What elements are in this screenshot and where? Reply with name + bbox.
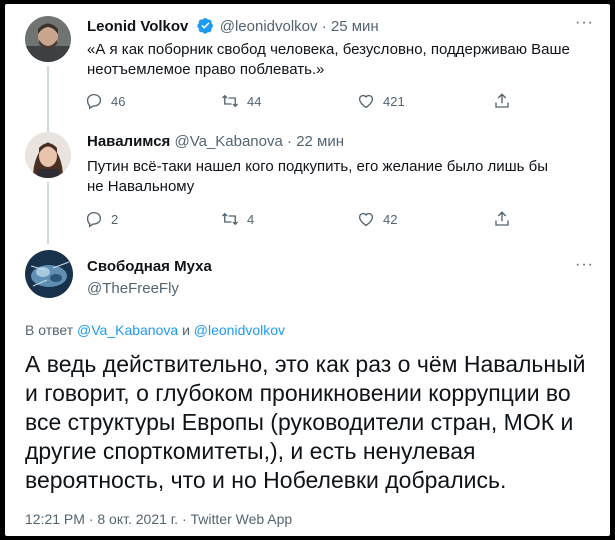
more-options-button[interactable]: ···: [575, 14, 594, 32]
tweet-header: Навалимся @Va_Kabanova · 22 мин: [87, 133, 344, 150]
verified-badge-icon: [196, 17, 214, 38]
timestamp[interactable]: 22 мин: [296, 133, 344, 150]
tweet-thread: Leonid Volkov @leonidvolkov · 25 мин ···…: [5, 4, 610, 536]
share-button[interactable]: [493, 92, 511, 110]
main-tweet-text: А ведь действительно, это как раз о чём …: [25, 351, 586, 493]
heart-icon: [358, 212, 374, 227]
handle[interactable]: @TheFreeFly: [87, 280, 179, 297]
retweet-count: 44: [247, 93, 262, 109]
tweet-header: Leonid Volkov @leonidvolkov · 25 мин: [87, 17, 379, 38]
avatar[interactable]: [25, 132, 71, 178]
reply-count: 46: [111, 93, 126, 109]
reply-prefix: В ответ: [25, 322, 74, 338]
retweet-button[interactable]: 44: [221, 92, 261, 110]
reply-button[interactable]: 46: [85, 92, 125, 110]
tweet-text: Путин всё-таки нашел кого подкупить, его…: [87, 158, 549, 195]
retweet-icon: [222, 212, 238, 226]
tweet-text: «А я как поборник свобод человека, безус…: [87, 41, 570, 78]
like-count: 42: [383, 211, 398, 227]
separator-dot: ·: [287, 133, 293, 150]
mention-link[interactable]: @leonidvolkov: [194, 322, 285, 338]
share-icon: [495, 93, 509, 108]
tweet-actions: 46 44 421: [85, 92, 525, 112]
retweet-icon: [222, 94, 238, 108]
reply-button[interactable]: 2: [85, 210, 118, 228]
like-button[interactable]: 42: [357, 210, 397, 228]
handle[interactable]: @leonidvolkov: [220, 18, 318, 35]
avatar[interactable]: [25, 250, 73, 298]
separator-dot: ·: [321, 18, 327, 35]
tweet-actions: 2 4 42: [85, 210, 525, 230]
like-button[interactable]: 421: [357, 92, 405, 110]
handle[interactable]: @Va_Kabanova: [174, 133, 282, 150]
like-count: 421: [383, 93, 405, 109]
replying-to: В ответ @Va_Kabanova и @leonidvolkov: [25, 322, 285, 338]
share-button[interactable]: [493, 210, 511, 228]
more-options-button[interactable]: ···: [575, 256, 594, 274]
retweet-button[interactable]: 4: [221, 210, 254, 228]
avatar[interactable]: [25, 16, 71, 62]
reply-and: и: [182, 322, 190, 338]
reply-icon: [86, 211, 102, 228]
display-name[interactable]: Навалимся: [87, 133, 170, 150]
mention-link[interactable]: @Va_Kabanova: [77, 322, 178, 338]
thread-line: [47, 182, 49, 244]
timestamp[interactable]: 25 мин: [331, 18, 379, 35]
reply-count: 2: [111, 211, 119, 227]
reply-icon: [86, 93, 102, 110]
share-icon: [495, 211, 509, 226]
heart-icon: [358, 94, 374, 109]
display-name[interactable]: Свободная Муха: [87, 258, 212, 275]
tweet-meta[interactable]: 12:21 PM · 8 окт. 2021 г. · Twitter Web …: [25, 511, 292, 527]
retweet-count: 4: [247, 211, 255, 227]
display-name[interactable]: Leonid Volkov: [87, 18, 188, 35]
thread-line: [47, 66, 49, 136]
